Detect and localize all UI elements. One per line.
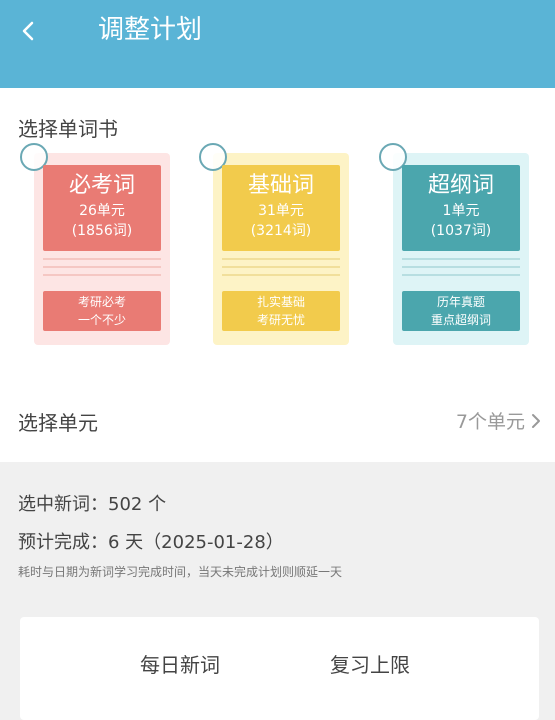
book-name: 超纲词	[427, 173, 494, 198]
book-decor-lines	[43, 258, 161, 282]
book-decor-lines	[222, 258, 340, 282]
back-button[interactable]	[14, 14, 42, 48]
unit-select-label: 选择单元	[18, 411, 98, 435]
book-name: 必考词	[68, 173, 135, 198]
book-cover-top: 超纲词 1单元 (1037词)	[402, 165, 520, 251]
chevron-right-icon	[532, 414, 540, 428]
book-desc-line-1: 考研必考	[77, 295, 126, 309]
book-desc-line-1: 扎实基础	[256, 295, 305, 309]
book-card-required[interactable]: 必考词 26单元 (1856词) 考研必考 一个不少	[20, 143, 170, 345]
book-word-count: (3214词)	[250, 223, 312, 239]
book-description: 扎实基础 考研无忧	[222, 291, 340, 331]
book-units: 1单元	[442, 203, 480, 219]
book-card-basic[interactable]: 基础词 31单元 (3214词) 扎实基础 考研无忧	[199, 143, 349, 345]
tab-daily-new-words[interactable]: 每日新词	[140, 649, 220, 678]
book-desc-line-2: 重点超纲词	[430, 313, 491, 327]
selected-new-words: 选中新词：502 个	[18, 494, 167, 515]
book-desc-line-2: 考研无忧	[256, 313, 305, 327]
header-bar: 调整计划	[0, 0, 555, 88]
book-name: 基础词	[247, 173, 314, 198]
unit-select-row[interactable]: 选择单元 7个单元	[0, 395, 555, 447]
book-description: 考研必考 一个不少	[43, 291, 161, 331]
book-desc-line-2: 一个不少	[77, 313, 126, 327]
book-desc-line-1: 历年真题	[436, 295, 485, 309]
book-cover-top: 必考词 26单元 (1856词)	[43, 165, 161, 251]
book-units: 31单元	[258, 203, 304, 219]
unit-select-value: 7个单元	[455, 411, 525, 433]
book-cover-top: 基础词 31单元 (3214词)	[222, 165, 340, 251]
book-decor-lines	[402, 258, 520, 282]
estimated-completion: 预计完成：6 天（2025-01-28）	[18, 532, 284, 553]
settings-tabs-card: 每日新词 复习上限	[20, 617, 539, 720]
book-word-count: (1856词)	[71, 223, 133, 239]
completion-note: 耗时与日期为新词学习完成时间，当天未完成计划则顺延一天	[18, 565, 343, 579]
book-word-count: (1037词)	[430, 223, 492, 239]
book-units: 26单元	[79, 203, 125, 219]
book-card-beyond[interactable]: 超纲词 1单元 (1037词) 历年真题 重点超纲词	[379, 143, 529, 345]
page-title: 调整计划	[98, 15, 203, 45]
book-description: 历年真题 重点超纲词	[402, 291, 520, 331]
chevron-left-icon	[22, 21, 34, 41]
books-section-title: 选择单词书	[18, 117, 118, 141]
tab-review-limit[interactable]: 复习上限	[330, 649, 410, 678]
